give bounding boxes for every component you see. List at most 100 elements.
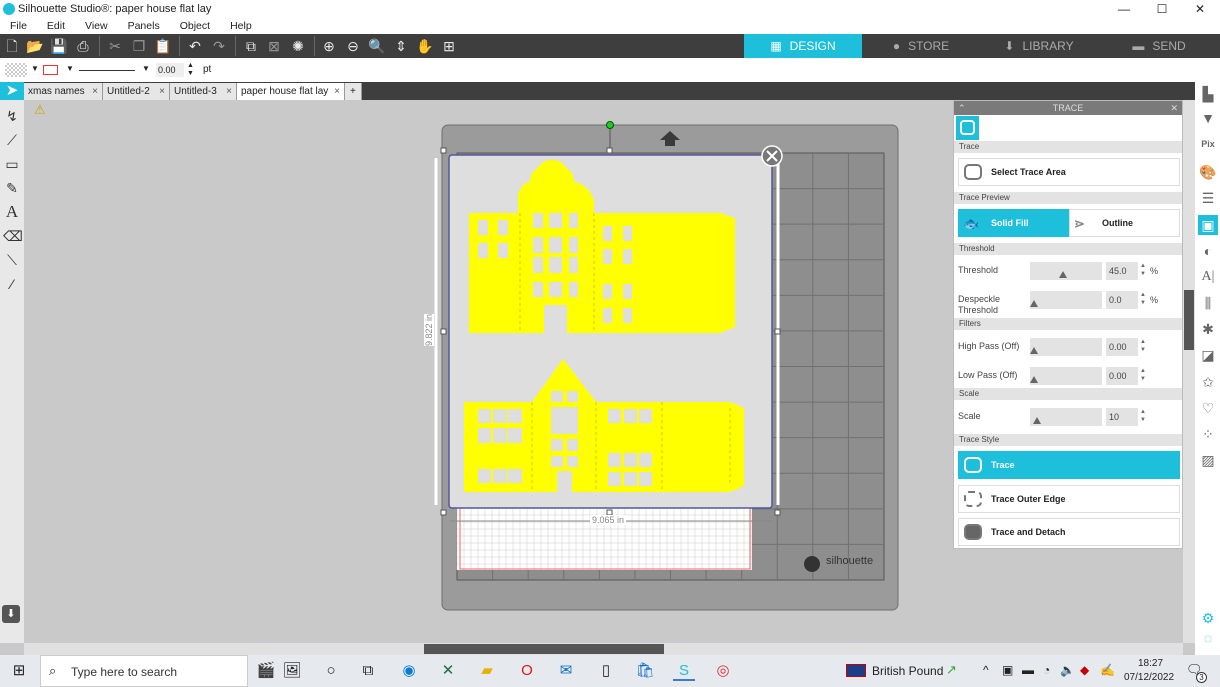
close-tab-icon[interactable]: × [226, 83, 232, 100]
settings-gear-icon[interactable]: ⚙ [1198, 608, 1218, 628]
despeckle-input[interactable]: 0.0 [1106, 291, 1138, 309]
trace-panel-icon[interactable]: ▣ [1198, 215, 1218, 235]
select-tool-icon[interactable]: ➤ [0, 82, 24, 100]
pan-hand-icon[interactable]: ✋ [416, 37, 434, 55]
close-tab-icon[interactable]: × [159, 83, 165, 100]
pixscan-icon[interactable]: Pix [1198, 134, 1218, 154]
low-pass-stepper[interactable]: ▲ ▼ [1140, 367, 1146, 383]
new-file-icon[interactable]: 🗋 [3, 37, 21, 55]
release-compound-icon[interactable]: ✺ [289, 37, 307, 55]
ungroup-icon[interactable]: ⊠ [265, 37, 283, 55]
eraser-icon[interactable]: ⌫ [3, 227, 23, 245]
opera-icon[interactable]: O [516, 661, 538, 681]
windows-start-icon[interactable]: ⊞ [8, 661, 30, 681]
excel-icon[interactable]: ✕ [437, 661, 459, 681]
tab-untitled-2[interactable]: Untitled-2 × [103, 83, 170, 100]
tab-design[interactable]: ▦ DESIGN [744, 34, 862, 58]
volume-icon[interactable]: 🔈 [1060, 663, 1075, 677]
menu-edit[interactable]: Edit [37, 18, 75, 34]
currency-widget[interactable]: British Pound [872, 664, 943, 678]
low-pass-input[interactable]: 0.00 [1106, 367, 1138, 385]
import-icon[interactable]: ⬇ [2, 605, 20, 623]
align-icon[interactable]: ⫼ [1198, 293, 1218, 313]
despeckle-stepper[interactable]: ▲ ▼ [1140, 291, 1146, 307]
refresh-icon[interactable]: ◌ [1198, 628, 1218, 648]
save-icon[interactable]: 💾 [50, 37, 68, 55]
page-setup-icon[interactable]: ▙ [1198, 84, 1218, 104]
clapper-app-icon[interactable]: 🎬 [255, 661, 277, 681]
line-style-icon[interactable]: ☰ [1198, 188, 1218, 208]
text-style-icon[interactable]: A| [1198, 267, 1218, 287]
eyedropper-icon[interactable]: ⁄ [3, 275, 21, 293]
open-folder-icon[interactable]: 📂 [26, 37, 44, 55]
cortana-icon[interactable]: ○ [320, 661, 342, 681]
cut-icon[interactable]: ✂ [106, 37, 124, 55]
chrome-icon[interactable]: ◎ [712, 661, 734, 681]
add-tab-button[interactable]: + [345, 83, 362, 100]
copy-icon[interactable]: ❐ [130, 37, 148, 55]
star-icon[interactable]: ✩ [1198, 372, 1218, 392]
fill-color-icon[interactable]: 🎨 [1198, 162, 1218, 182]
clock-date[interactable]: 07/12/2022 [1124, 672, 1174, 683]
close-panel-icon[interactable]: ✕ [1170, 101, 1178, 115]
group-icon[interactable]: ⧉ [242, 37, 260, 55]
trace-outer-edge-button[interactable]: Trace Outer Edge [958, 485, 1180, 513]
line-width-input[interactable]: 0.00 [156, 63, 184, 77]
wifi-icon[interactable]: ◔ [1043, 663, 1050, 677]
draw-line-icon[interactable]: ⟋ [3, 131, 21, 149]
store-icon[interactable]: 🛍 [634, 661, 656, 681]
fill-pattern-swatch[interactable] [5, 63, 27, 77]
scale-slider[interactable] [1030, 408, 1102, 426]
meet-now-icon[interactable]: ▣ [1002, 663, 1013, 677]
tab-xmas-names[interactable]: xmas names × [24, 83, 103, 100]
line-color-swatch[interactable] [43, 65, 58, 75]
text-tool-icon[interactable]: A [3, 203, 21, 221]
battery-icon[interactable]: ▬ [1022, 663, 1034, 677]
high-pass-input[interactable]: 0.00 [1106, 338, 1138, 356]
menu-panels[interactable]: Panels [118, 18, 170, 34]
vertical-scrollbar[interactable] [1183, 100, 1195, 643]
close-window-button[interactable]: ✕ [1181, 0, 1219, 18]
outline-button[interactable]: ⋗ Outline [1069, 209, 1180, 237]
scale-input[interactable]: 10 [1106, 408, 1138, 426]
menu-help[interactable]: Help [220, 18, 262, 34]
scale-stepper[interactable]: ▲ ▼ [1140, 408, 1146, 424]
vertical-scroll-thumb[interactable] [1184, 290, 1194, 350]
sketch-icon[interactable]: ▨ [1198, 450, 1218, 470]
despeckle-slider[interactable] [1030, 291, 1102, 309]
tab-library[interactable]: ⬇ LIBRARY [980, 34, 1098, 58]
close-tab-icon[interactable]: × [334, 83, 340, 100]
taskbar-search[interactable]: ⌕ Type here to search [40, 655, 248, 687]
tab-store[interactable]: ● STORE [862, 34, 980, 58]
zoom-in-icon[interactable]: ⊕ [320, 37, 338, 55]
solid-fill-button[interactable]: 🐟 Solid Fill [958, 209, 1069, 237]
menu-object[interactable]: Object [170, 18, 220, 34]
knife-icon[interactable]: ⟍ [3, 251, 21, 269]
print-icon[interactable]: ⎙ [74, 37, 92, 55]
close-tab-icon[interactable]: × [92, 83, 98, 100]
menu-view[interactable]: View [75, 18, 118, 34]
threshold-stepper[interactable]: ▲ ▼ [1140, 262, 1146, 278]
task-view-icon[interactable]: ⧉ [357, 661, 379, 681]
notepad-icon[interactable]: ▯ [595, 661, 617, 681]
contrast-icon[interactable]: ◐ [1198, 241, 1218, 261]
threshold-input[interactable]: 45.0 [1106, 262, 1138, 280]
chevron-down-icon[interactable]: ▼ [66, 64, 74, 73]
point-edit-icon[interactable]: ↯ [3, 107, 21, 125]
modify-icon[interactable]: ◪ [1198, 345, 1218, 365]
tab-untitled-3[interactable]: Untitled-3 × [170, 83, 237, 100]
pen-icon[interactable]: ✍ [1100, 663, 1115, 677]
high-pass-slider[interactable] [1030, 338, 1102, 356]
tab-paper-house-flat-lay[interactable]: paper house flat lay × [237, 83, 345, 100]
replicate-icon[interactable]: ✱ [1198, 319, 1218, 339]
clock-time[interactable]: 18:27 [1138, 658, 1163, 669]
mail-icon[interactable]: ✉ [555, 661, 577, 681]
trace-button[interactable]: Trace [958, 451, 1180, 479]
trace-and-detach-button[interactable]: Trace and Detach [958, 518, 1180, 546]
high-pass-stepper[interactable]: ▲ ▼ [1140, 338, 1146, 354]
tab-send[interactable]: ▬ SEND [1098, 34, 1220, 58]
select-trace-area-button[interactable]: Select Trace Area [958, 158, 1180, 186]
edge-icon[interactable]: ◉ [398, 661, 420, 681]
redo-icon[interactable]: ↷ [210, 37, 228, 55]
show-hidden-icons[interactable]: ^ [983, 663, 989, 677]
